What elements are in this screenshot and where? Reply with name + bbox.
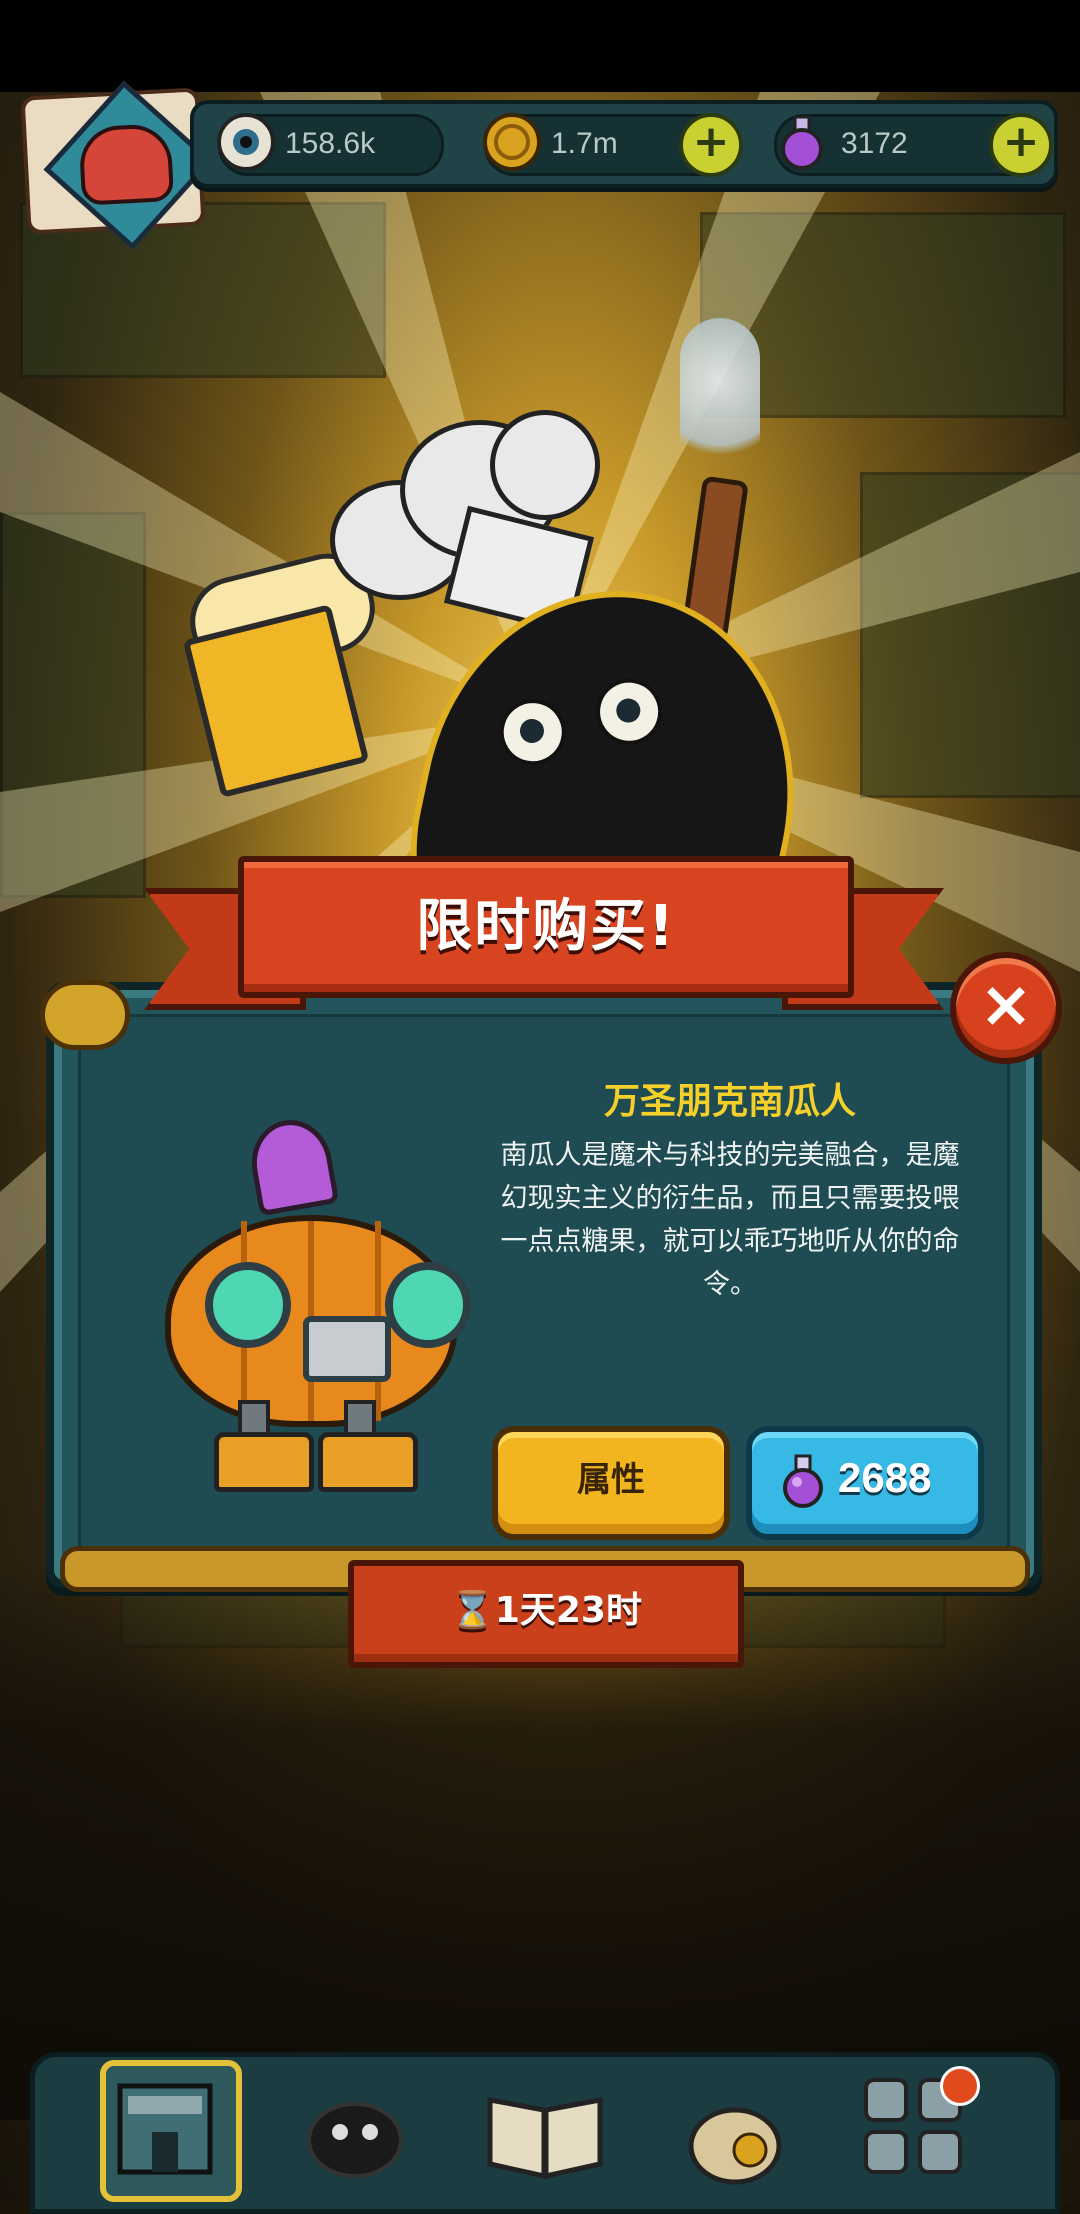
nav-monsters[interactable] [290, 2060, 420, 2190]
pumpkin-porthole [205, 1262, 291, 1348]
close-button[interactable]: × [950, 952, 1062, 1064]
eye-count: 158.6k [285, 127, 376, 160]
pumpkin-foot [214, 1432, 314, 1492]
hourglass-icon: ⌛ [450, 1590, 495, 1631]
pumpkin-porthole [385, 1262, 471, 1348]
timer-text: ⌛1天23时 [354, 1566, 738, 1656]
avatar-face [78, 122, 175, 206]
coin-counter: 1.7m + [483, 113, 743, 177]
attributes-button[interactable]: 属性 [492, 1426, 730, 1540]
resource-bar: 158.6k 1.7m + 3172 + [190, 100, 1058, 188]
nav-money-bag[interactable] [670, 2060, 800, 2190]
eye-counter: 158.6k [217, 113, 444, 176]
potion-icon [783, 1454, 823, 1508]
coin-count: 1.7m [551, 127, 618, 160]
player-avatar[interactable] [20, 80, 213, 250]
add-coins-button[interactable]: + [679, 113, 743, 177]
item-description: 南瓜人是魔术与科技的完美融合，是魔幻现实主义的衍生品，而且只需要投喂一点点糖果，… [500, 1140, 960, 1300]
potion-counter: 3172 + [774, 113, 1053, 177]
potion-icon [781, 115, 823, 170]
gold-scroll-corner [40, 980, 130, 1050]
item-name: 万圣朋克南瓜人 [603, 1081, 856, 1122]
pumpkin-foot [318, 1432, 418, 1492]
time-remaining: 1天23时 [494, 1590, 642, 1631]
nav-book[interactable] [480, 2060, 610, 2190]
book-icon [487, 2096, 603, 2180]
banner-title: 限时购买! [416, 894, 676, 959]
coin-icon [483, 113, 541, 171]
buy-button[interactable]: 2688 [746, 1426, 984, 1540]
creature-pupil [517, 716, 547, 746]
chef-hat-puff [490, 410, 600, 520]
creature-eye [493, 693, 572, 772]
status-bar [0, 0, 1080, 92]
cigar-smoke [680, 318, 760, 478]
limited-offer-banner: 限时购买! [238, 856, 854, 998]
bg-building [860, 472, 1080, 798]
price-label: 2688 [838, 1454, 932, 1501]
potion-count: 3172 [841, 127, 908, 160]
bg-building [0, 512, 146, 898]
nav-building[interactable] [100, 2060, 242, 2202]
offer-timer: ⌛1天23时 [348, 1560, 744, 1668]
building-icon [117, 2083, 213, 2175]
money-bag-icon [688, 2107, 782, 2185]
pumpkin-grille [303, 1316, 391, 1382]
monster-icon [307, 2102, 403, 2178]
notification-badge [940, 2066, 980, 2106]
creature-eye [589, 672, 669, 751]
add-potions-button[interactable]: + [989, 113, 1053, 177]
eyeball-icon [217, 113, 275, 171]
creature-pupil [614, 696, 643, 725]
